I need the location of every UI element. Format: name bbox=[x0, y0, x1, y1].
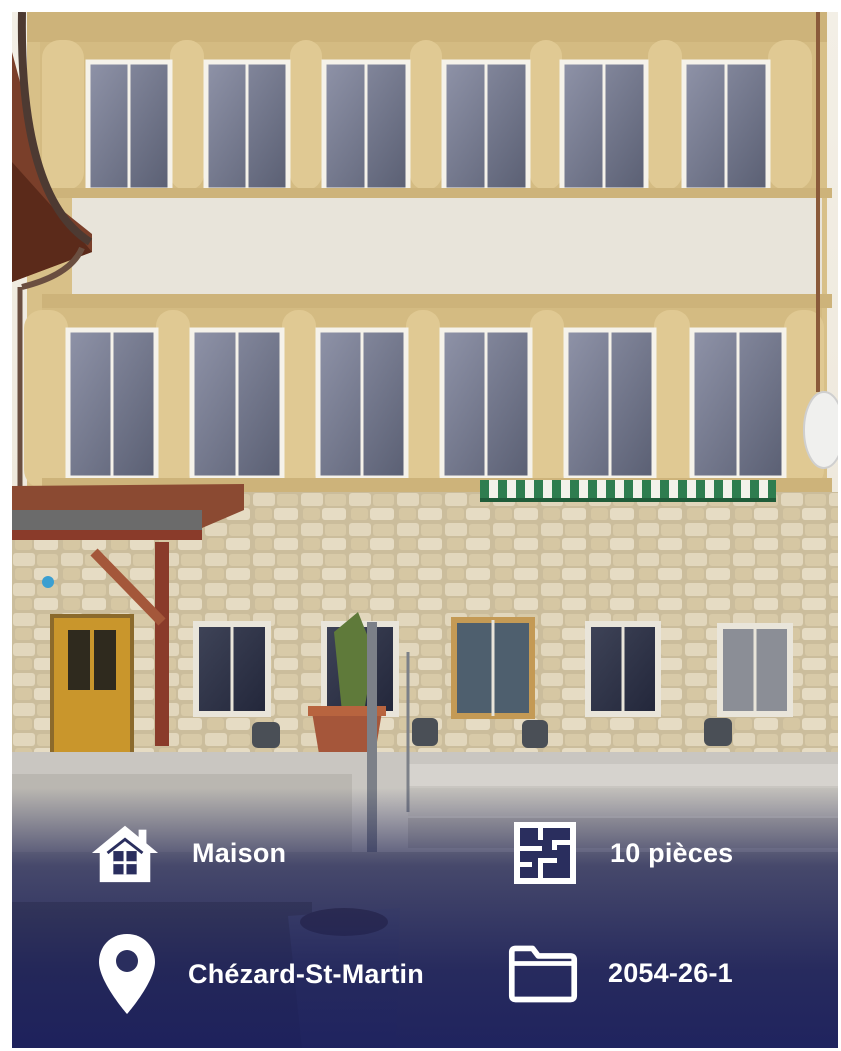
property-card[interactable]: Maison 10 pièces Chézard-St-Martin 2054-… bbox=[12, 12, 838, 1048]
folder-icon bbox=[508, 938, 578, 1008]
reference-label: 2054-26-1 bbox=[608, 957, 733, 988]
info-location: Chézard-St-Martin bbox=[92, 930, 424, 1018]
property-type-label: Maison bbox=[192, 837, 287, 868]
location-label: Chézard-St-Martin bbox=[188, 958, 424, 989]
floor-plan-icon bbox=[510, 818, 580, 888]
house-icon bbox=[90, 818, 160, 888]
info-rooms: 10 pièces bbox=[510, 818, 733, 888]
info-property-type: Maison bbox=[90, 818, 286, 888]
middle-windows bbox=[24, 308, 832, 492]
rooms-label: 10 pièces bbox=[610, 837, 734, 868]
info-reference: 2054-26-1 bbox=[508, 938, 733, 1008]
upper-windows bbox=[40, 40, 820, 193]
map-pin-icon bbox=[92, 930, 162, 1018]
window-awning bbox=[480, 480, 776, 500]
